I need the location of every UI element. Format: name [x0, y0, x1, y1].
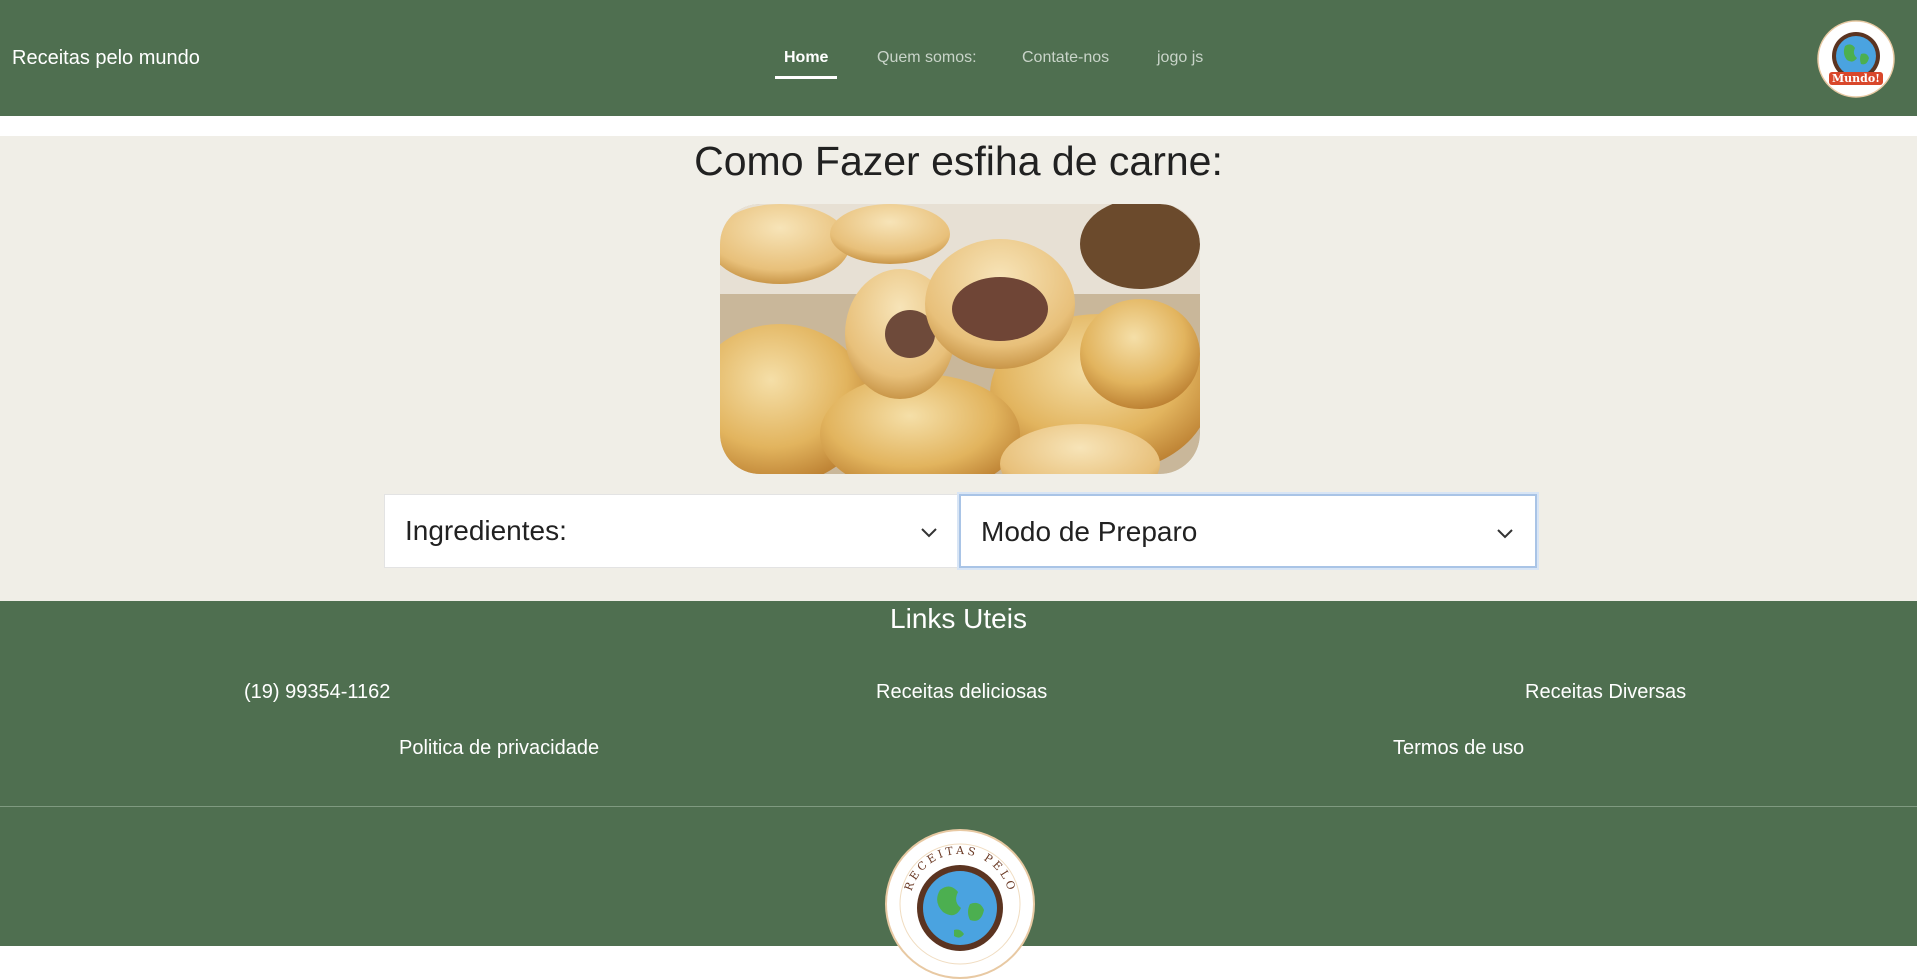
active-tab-indicator	[775, 76, 837, 79]
ingredients-accordion[interactable]: Ingredientes:	[384, 494, 960, 568]
nav-link-quem-somos[interactable]: Quem somos:	[877, 49, 977, 67]
logo-text: Mundo!	[1832, 72, 1880, 85]
navbar: Receitas pelo mundo Home Quem somos: Con…	[0, 0, 1917, 116]
nav-link-contate-nos[interactable]: Contate-nos	[1022, 49, 1109, 67]
receitas-deliciosas-link[interactable]: Receitas deliciosas	[876, 681, 1047, 704]
phone-link[interactable]: (19) 99354-1162	[244, 681, 390, 704]
footer-title: Links Uteis	[890, 603, 1027, 634]
page-title: Como Fazer esfiha de carne:	[694, 138, 1223, 184]
chevron-down-icon	[921, 528, 937, 538]
site-logo[interactable]: Mundo!	[1817, 20, 1895, 98]
footer-logo: RECEITAS PELO	[885, 829, 1035, 979]
nav-link-jogo-js[interactable]: jogo js	[1157, 49, 1203, 67]
preparation-label: Modo de Preparo	[981, 516, 1198, 547]
header-spacer	[0, 116, 1917, 136]
ingredients-label: Ingredientes:	[405, 515, 567, 546]
chevron-down-icon	[1497, 529, 1513, 539]
receitas-diversas-link[interactable]: Receitas Diversas	[1525, 681, 1686, 704]
nav-link-home[interactable]: Home	[784, 49, 828, 67]
nav-links: Home Quem somos: Contate-nos jogo js	[0, 0, 1917, 116]
recipe-image	[720, 204, 1200, 474]
privacy-policy-link[interactable]: Politica de privacidade	[399, 737, 599, 760]
footer-divider	[0, 806, 1917, 807]
preparation-accordion[interactable]: Modo de Preparo	[959, 494, 1537, 568]
terms-of-use-link[interactable]: Termos de uso	[1393, 737, 1524, 760]
